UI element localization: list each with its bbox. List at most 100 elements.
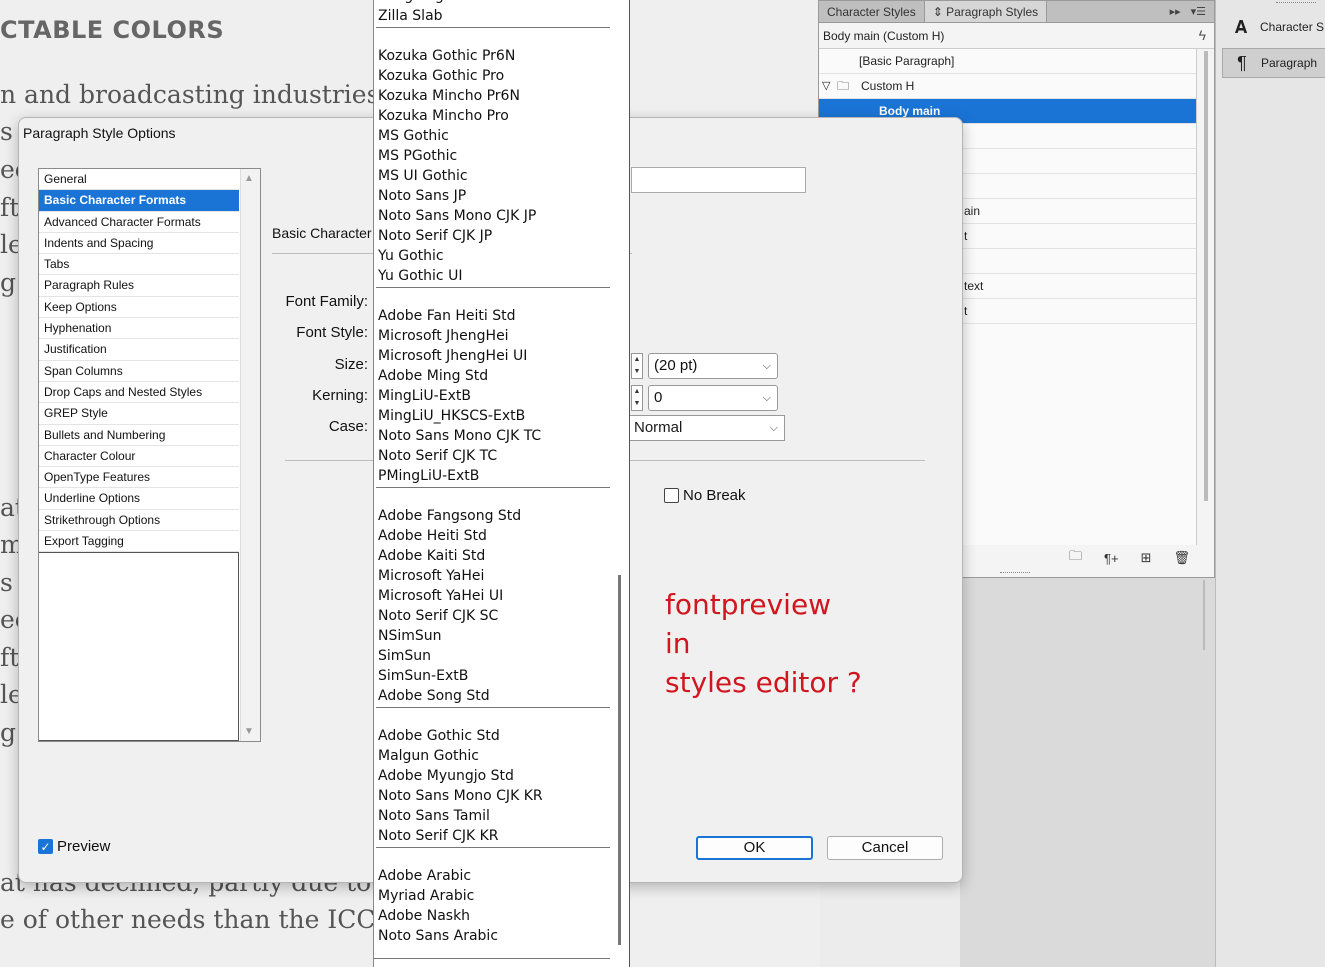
case-select[interactable]: Normal ⌵ [629, 415, 785, 441]
font-option[interactable]: Noto Serif CJK KR [374, 826, 610, 846]
font-option[interactable]: Kozuka Gothic Pro [374, 66, 610, 86]
category-item[interactable]: Underline Options [39, 488, 239, 510]
font-option[interactable]: MingLiU-ExtB [374, 386, 610, 406]
font-option[interactable]: Adobe Myungjo Std [374, 766, 610, 786]
font-option[interactable]: Microsoft YaHei UI [374, 586, 610, 606]
panel-menu-icon[interactable]: ▾☰ [1191, 5, 1206, 18]
font-option[interactable]: Noto Serif CJK SC [374, 606, 610, 626]
category-item[interactable]: Advanced Character Formats [39, 212, 239, 233]
category-item[interactable]: GREP Style [39, 403, 239, 425]
font-option[interactable]: Zilla Slab [374, 6, 610, 26]
font-option[interactable]: Myriad Arabic [374, 886, 610, 906]
font-option[interactable]: Microsoft JhengHei [374, 326, 610, 346]
font-option[interactable]: Noto Serif CJK JP [374, 226, 610, 246]
tab-paragraph-styles[interactable]: ⇕ Paragraph Styles [924, 1, 1048, 22]
cancel-button[interactable]: Cancel [827, 836, 943, 860]
font-option[interactable]: Adobe Kaiti Std [374, 546, 610, 566]
font-option[interactable]: MingLiU_HKSCS-ExtB [374, 406, 610, 426]
font-option[interactable]: Adobe Song Std [374, 686, 610, 706]
no-break-checkbox[interactable]: No Break [664, 487, 746, 504]
category-item[interactable]: Justification [39, 339, 239, 361]
font-option[interactable]: Noto Sans Arabic [374, 926, 610, 946]
category-item[interactable]: Indents and Spacing [39, 233, 239, 255]
font-option[interactable]: Microsoft JhengHei UI [374, 346, 610, 366]
style-row-label: Custom H [861, 79, 915, 93]
font-option[interactable]: Malgun Gothic [374, 746, 610, 766]
font-option[interactable]: Microsoft YaHei [374, 566, 610, 586]
clear-overrides-icon[interactable]: ¶+ [1104, 551, 1119, 566]
preview-checkbox[interactable]: ✓ Preview [38, 838, 110, 855]
font-option[interactable]: Noto Sans Mono CJK KR [374, 786, 610, 806]
new-group-folder-icon[interactable]: 🗀 [1069, 547, 1082, 569]
paragraph-panel-button[interactable]: ¶ Paragraph [1222, 48, 1325, 78]
chevron-down-icon[interactable]: ⌵ [763, 386, 771, 410]
leading-combo[interactable]: (20 pt) ⌵ [648, 353, 778, 379]
no-break-box[interactable] [664, 488, 679, 503]
ok-button[interactable]: OK [696, 836, 813, 860]
category-scrollbar[interactable]: ▲ ▼ [240, 169, 260, 741]
category-list-empty-area [39, 552, 239, 741]
font-option[interactable]: SimSun [374, 646, 610, 666]
font-option[interactable]: Noto Sans JP [374, 186, 610, 206]
font-list-scrollbar[interactable] [618, 575, 621, 945]
new-style-icon[interactable]: ⊞ [1141, 550, 1152, 566]
font-option[interactable]: Adobe Naskh [374, 906, 610, 926]
scroll-down-icon[interactable]: ▼ [244, 726, 254, 737]
font-option[interactable]: PMingLiU-ExtB [374, 466, 610, 486]
style-name-field[interactable] [631, 167, 806, 193]
font-option[interactable]: SimSun-ExtB [374, 666, 610, 686]
category-item[interactable]: Tabs [39, 254, 239, 276]
collapse-panel-icon[interactable]: ▸▸ [1170, 5, 1181, 18]
category-item[interactable]: Strikethrough Options [39, 510, 239, 532]
font-option[interactable]: MS Gothic [374, 126, 610, 146]
leading-stepper[interactable]: ▲ ▼ [631, 353, 643, 379]
category-item[interactable]: Basic Character Formats [39, 190, 239, 212]
font-option[interactable]: Kozuka Mincho Pro [374, 106, 610, 126]
font-option[interactable]: NSimSun [374, 626, 610, 646]
font-option[interactable]: Noto Serif CJK TC [374, 446, 610, 466]
checkmark-icon[interactable]: ✓ [38, 839, 53, 854]
panel-resize-grip[interactable] [1000, 572, 1030, 576]
font-option[interactable]: Adobe Arabic [374, 866, 610, 886]
style-row-label: t [964, 229, 968, 243]
chevron-down-icon[interactable]: ⌵ [763, 354, 771, 378]
font-option[interactable]: Kozuka Gothic Pr6N [374, 46, 610, 66]
font-option[interactable]: Adobe Ming Std [374, 366, 610, 386]
disclosure-triangle-icon[interactable]: ▽ [822, 74, 830, 99]
font-option[interactable]: Noto Sans Mono CJK TC [374, 426, 610, 446]
font-option[interactable]: MS PGothic [374, 146, 610, 166]
font-option[interactable]: Noto Sans Mono CJK JP [374, 206, 610, 226]
style-row[interactable]: [Basic Paragraph] [819, 49, 1196, 74]
character-panel-button[interactable]: 𝐀 Character S [1222, 12, 1325, 42]
category-item[interactable]: Character Colour [39, 446, 239, 468]
category-item[interactable]: Keep Options [39, 297, 239, 319]
tracking-stepper[interactable]: ▲ ▼ [631, 385, 643, 411]
strip-grip[interactable] [1276, 2, 1316, 6]
font-option[interactable]: Kozuka Mincho Pr6N [374, 86, 610, 106]
category-item[interactable]: Drop Caps and Nested Styles [39, 382, 239, 404]
category-item[interactable]: Export Tagging [39, 531, 239, 553]
tab-character-styles[interactable]: Character Styles [819, 1, 925, 22]
font-option[interactable]: Adobe Gothic Std [374, 726, 610, 746]
current-style-label: Body main (Custom H) [823, 28, 945, 43]
font-option[interactable]: Yu Gothic UI [374, 266, 610, 286]
style-row[interactable]: ▽ 🗀 Custom H [819, 74, 1196, 99]
category-item[interactable]: Bullets and Numbering [39, 425, 239, 446]
category-item[interactable]: Hyphenation [39, 318, 239, 340]
category-item[interactable]: General [39, 169, 239, 191]
style-list-scrollbar[interactable] [1204, 51, 1208, 501]
chevron-down-icon[interactable]: ⌵ [770, 416, 778, 440]
scroll-up-icon[interactable]: ▲ [244, 173, 254, 184]
category-item[interactable]: OpenType Features [39, 467, 239, 489]
lightning-bolt-icon[interactable]: ϟ [1199, 27, 1206, 43]
trash-icon[interactable]: 🗑 [1173, 550, 1190, 566]
font-option[interactable]: Adobe Fan Heiti Std [374, 306, 610, 326]
font-option[interactable]: Adobe Fangsong Std [374, 506, 610, 526]
tracking-combo[interactable]: 0 ⌵ [648, 385, 778, 411]
font-option[interactable]: MS UI Gothic [374, 166, 610, 186]
font-option[interactable]: Noto Sans Tamil [374, 806, 610, 826]
category-item[interactable]: Span Columns [39, 361, 239, 382]
category-item[interactable]: Paragraph Rules [39, 275, 239, 297]
font-option[interactable]: Adobe Heiti Std [374, 526, 610, 546]
font-option[interactable]: Yu Gothic [374, 246, 610, 266]
